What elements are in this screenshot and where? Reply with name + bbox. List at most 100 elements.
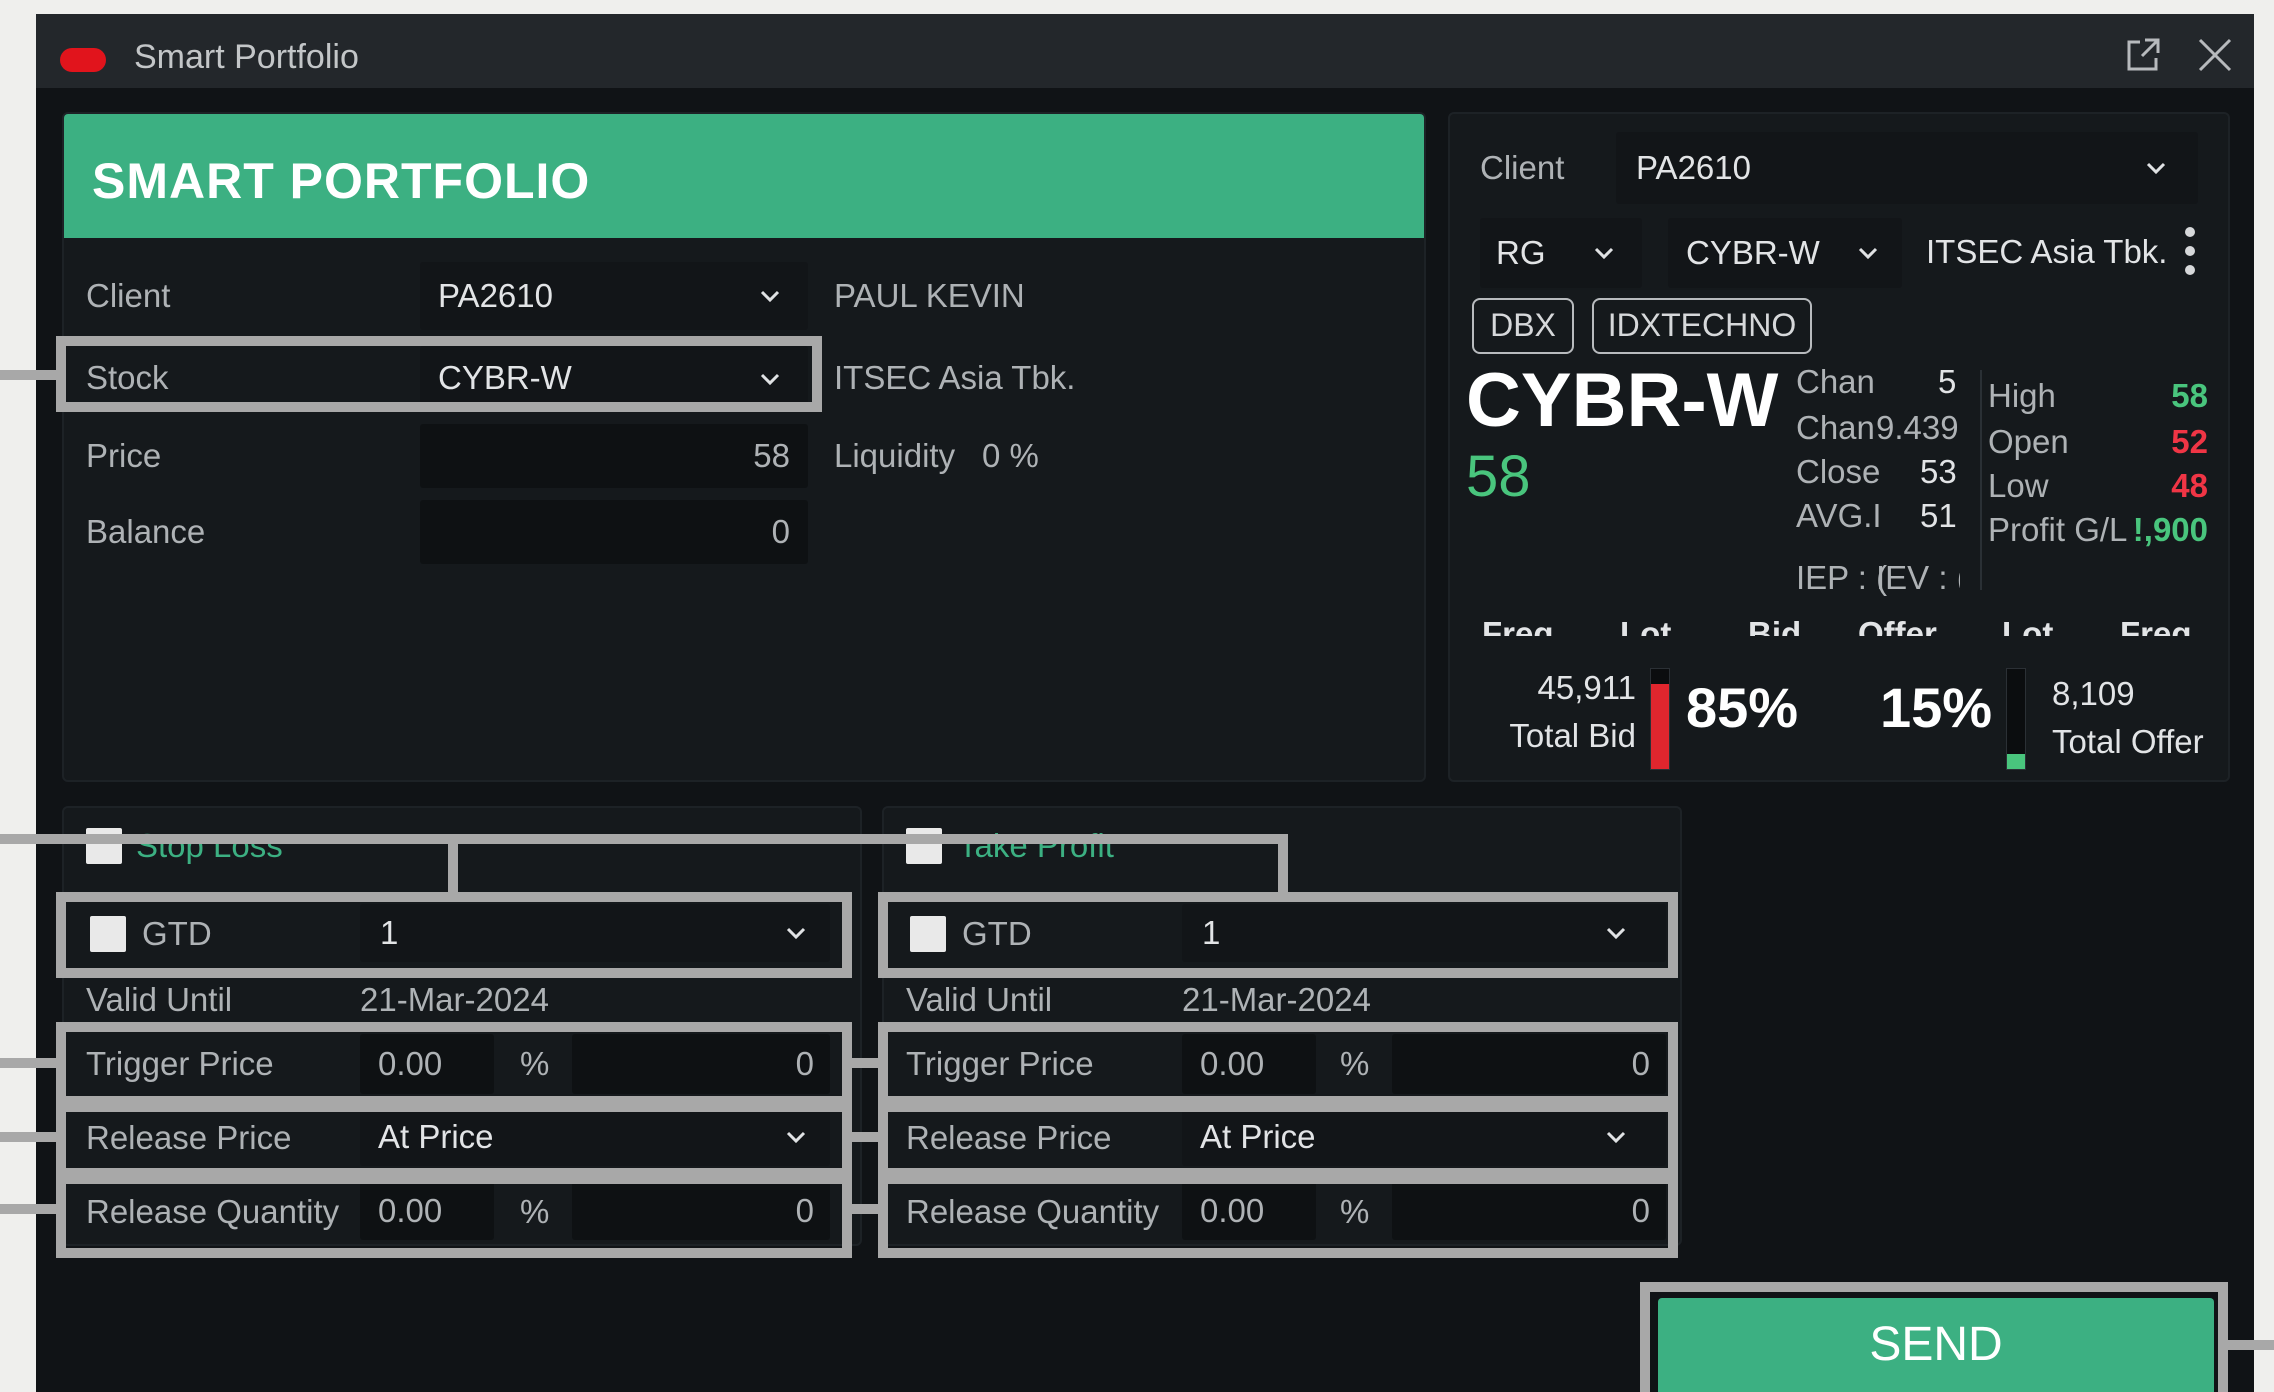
window-status-dot-icon: [60, 48, 106, 72]
low-value: 48: [2171, 467, 2208, 504]
quote-code: CYBR-W: [1466, 358, 1779, 443]
chan-pct-label: Chan: [1796, 409, 1875, 446]
price-value: 58: [753, 437, 790, 474]
orderbook-header: Freq Lot Bid Offer Lot Freq: [1470, 612, 2210, 636]
chevron-down-icon: [2144, 156, 2168, 180]
high-value: 58: [2171, 377, 2208, 414]
open-label: Open: [1988, 423, 2069, 460]
price-field[interactable]: 58: [420, 424, 808, 488]
sl-valid-until-label: Valid Until: [86, 981, 233, 1018]
title-bar: [36, 14, 2254, 88]
annotation-line-stock: [0, 370, 58, 380]
avg-label: AVG.I: [1796, 497, 1882, 534]
close-value: 53: [1920, 453, 1957, 490]
annotation-box-sl-release-price: [56, 1102, 852, 1178]
ob-header-lot-bid: Lot: [1620, 615, 1672, 636]
iev-text: IEV : (: [1876, 559, 1960, 596]
iep-text: IEP : (: [1796, 559, 1888, 596]
annotation-line-mid-release-qty: [850, 1204, 880, 1214]
liquidity-label: Liquidity: [834, 437, 956, 474]
chan-pct-value: 9.439: [1876, 409, 1959, 446]
quote-stock-select[interactable]: CYBR-W: [1668, 218, 1902, 288]
total-bid-value: 45,911: [1537, 669, 1636, 706]
ob-header-freq-offer: Freq: [2120, 615, 2192, 636]
balance-label: Balance: [86, 513, 206, 550]
chan-value: 5: [1938, 363, 1957, 400]
quote-client-value: PA2610: [1636, 149, 1751, 186]
more-vertical-icon[interactable]: [2184, 226, 2196, 276]
annotation-box-tp-release-qty: [878, 1174, 1678, 1258]
tp-valid-until-value: 21-Mar-2024: [1182, 981, 1371, 1018]
annotation-box-tp-gtd: [878, 892, 1678, 978]
stop-loss-title: Stop Loss: [136, 827, 283, 864]
client-select[interactable]: PA2610: [420, 262, 808, 330]
annotation-box-tp-release-price: [878, 1102, 1678, 1178]
open-value: 52: [2171, 423, 2208, 460]
popout-icon[interactable]: [2124, 36, 2162, 74]
total-bid-label: Total Bid: [1509, 717, 1636, 754]
annotation-box-sl-release-qty: [56, 1174, 852, 1258]
tp-valid-until-label: Valid Until: [906, 981, 1053, 1018]
annotation-line-mid-trigger: [850, 1058, 880, 1068]
annotation-line-mid-release-price: [850, 1132, 880, 1142]
bid-volume-bar: [1650, 668, 1670, 770]
sl-valid-until-value: 21-Mar-2024: [360, 981, 549, 1018]
annotation-box-stock: [56, 336, 822, 412]
liquidity-value: 0 %: [982, 437, 1039, 474]
annotation-line-send: [2226, 1340, 2274, 1350]
quote-stock-value: CYBR-W: [1686, 234, 1820, 271]
chevron-down-icon: [758, 284, 782, 308]
close-label: Close: [1796, 453, 1881, 490]
take-profit-title: Take Profit: [958, 827, 1114, 864]
quote-stats: Chan 5 Chan 9.439 Close 53 AVG.I 51 IEP …: [1792, 360, 1960, 600]
annotation-box-sl-gtd: [56, 892, 852, 978]
board-select[interactable]: RG: [1480, 218, 1642, 288]
chevron-down-icon: [1856, 241, 1880, 265]
quote-stock-name: ITSEC Asia Tbk.: [1926, 233, 2168, 270]
total-offer-label: Total Offer: [2052, 723, 2204, 760]
client-label: Client: [86, 277, 171, 314]
ob-header-lot-offer: Lot: [2002, 615, 2054, 636]
low-label: Low: [1988, 467, 2049, 504]
avg-value: 51: [1920, 497, 1957, 534]
quote-client-label: Client: [1480, 149, 1565, 186]
offer-volume-bar: [2006, 668, 2026, 770]
annotation-line-tp-drop: [1278, 834, 1288, 896]
badge-dbx: DBX: [1472, 298, 1574, 354]
annotation-box-sl-trigger: [56, 1022, 852, 1106]
quote-ohl: High 58 Open 52 Low 48 Profit G/L !,900: [1986, 372, 2212, 552]
annotation-line-release-qty: [0, 1204, 58, 1214]
chan-label: Chan: [1796, 363, 1875, 400]
annotation-line-title: [0, 834, 1288, 844]
profit-label: Profit G/L: [1988, 511, 2128, 548]
window-title: Smart Portfolio: [134, 38, 359, 76]
order-header-title: SMART PORTFOLIO: [92, 153, 591, 209]
annotation-box-tp-trigger: [878, 1022, 1678, 1106]
annotation-box-send: [1640, 1282, 2228, 1392]
annotation-line-trigger: [0, 1058, 58, 1068]
ob-header-offer: Offer: [1858, 615, 1937, 636]
offer-percent: 15%: [1880, 676, 1993, 739]
stock-name: ITSEC Asia Tbk.: [834, 359, 1076, 396]
last-price: 58: [1466, 444, 1531, 509]
ob-header-bid: Bid: [1748, 615, 1802, 636]
profit-value: !,900: [2130, 510, 2208, 550]
badge-idxtechno: IDXTECHNO: [1592, 298, 1812, 354]
client-select-value: PA2610: [438, 277, 553, 314]
board-value: RG: [1496, 234, 1546, 271]
offer-volume-fill: [2007, 754, 2025, 769]
high-label: High: [1988, 377, 2056, 414]
close-icon[interactable]: [2196, 36, 2234, 74]
ob-header-freq-bid: Freq: [1482, 615, 1554, 636]
annotation-line-release-price: [0, 1132, 58, 1142]
bid-volume-fill: [1651, 684, 1669, 769]
order-header: SMART PORTFOLIO: [64, 114, 1424, 238]
quote-client-select[interactable]: PA2610: [1616, 132, 2198, 204]
price-label: Price: [86, 437, 162, 474]
balance-field[interactable]: 0: [420, 500, 808, 564]
stats-divider: [1980, 370, 1982, 590]
bid-percent: 85%: [1686, 676, 1799, 739]
chevron-down-icon: [1592, 241, 1616, 265]
balance-value: 0: [771, 513, 790, 550]
annotation-line-sl-drop: [448, 834, 458, 896]
